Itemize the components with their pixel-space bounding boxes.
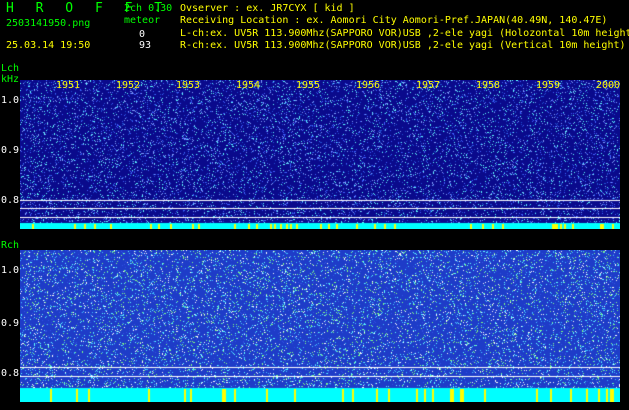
lch-y-tick-1: 1.0 bbox=[1, 95, 20, 106]
filename-label: 2503141950.png bbox=[6, 18, 91, 29]
time-axis-label: 1957 bbox=[415, 80, 441, 91]
rch-spectrogram-canvas bbox=[20, 250, 620, 402]
time-axis-label: 1954 bbox=[235, 80, 261, 91]
time-axis-label: 1952 bbox=[115, 80, 141, 91]
time-axis-label: 1953 bbox=[175, 80, 201, 91]
lch-spectrogram-canvas bbox=[20, 80, 620, 229]
time-axis-label: 1955 bbox=[295, 80, 321, 91]
rch-y-tick-1: 1.0 bbox=[1, 265, 20, 276]
datetime-label: 25.03.14 19:50 bbox=[6, 40, 91, 51]
lch-unit-label: kHz bbox=[1, 74, 20, 85]
time-axis-label: 1958 bbox=[475, 80, 501, 91]
location-info: Receiving Location : ex. Aomori City Aom… bbox=[180, 15, 608, 26]
rch-meteor-count: 93 bbox=[139, 40, 152, 51]
observer-info: Ovserver : ex. JR7CYX [ kid ] bbox=[180, 3, 355, 14]
version-label: 2ch 0.30 bbox=[124, 3, 173, 14]
time-axis-label: 1956 bbox=[355, 80, 381, 91]
time-axis-label: 2000 bbox=[595, 80, 621, 91]
time-axis-label: 1951 bbox=[55, 80, 81, 91]
lch-y-tick-2: 0.9 bbox=[1, 145, 20, 156]
lch-spectrogram-panel bbox=[20, 80, 620, 229]
lch-y-tick-3: 0.8 bbox=[1, 195, 20, 206]
time-axis-label: 1959 bbox=[535, 80, 561, 91]
lch-info: L-ch:ex. UV5R 113.900Mhz(SAPPORO VOR)USB… bbox=[180, 28, 629, 39]
rch-spectrogram-panel bbox=[20, 250, 620, 402]
rch-y-tick-3: 0.8 bbox=[1, 368, 20, 379]
rch-y-tick-2: 0.9 bbox=[1, 318, 20, 329]
meteor-label: meteor bbox=[124, 15, 161, 26]
rch-info: R-ch:ex. UV5R 113.900Mhz(SAPPORO VOR)USB… bbox=[180, 40, 626, 51]
rch-label: Rch bbox=[1, 240, 20, 251]
